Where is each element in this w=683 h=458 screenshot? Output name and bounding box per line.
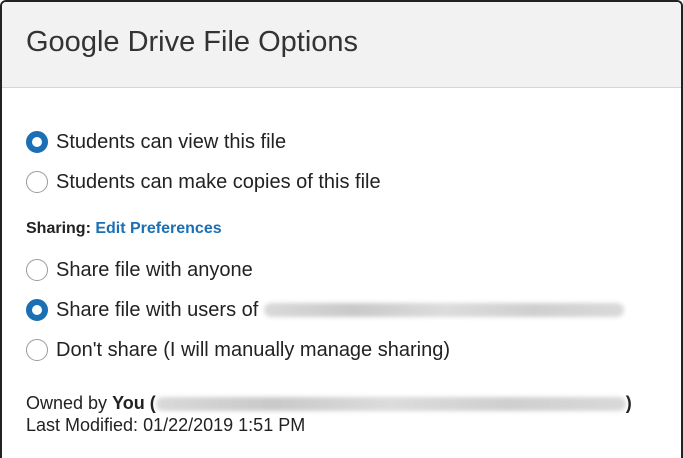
redacted-email [155, 397, 626, 412]
radio-dont-share[interactable]: Don't share (I will manually manage shar… [26, 330, 681, 370]
owner-info: Owned by You () Last Modified: 01/22/201… [26, 392, 681, 436]
last-modified-label: Last Modified: [26, 415, 139, 435]
radio-option-view[interactable]: Students can view this file [26, 122, 681, 162]
dialog-title: Google Drive File Options [26, 26, 359, 58]
redacted-domain [264, 303, 625, 317]
edit-preferences-link[interactable]: Edit Preferences [95, 220, 221, 237]
radio-share-anyone-label: Share file with anyone [56, 258, 253, 281]
last-modified-line: Last Modified: 01/22/2019 1:51 PM [26, 414, 681, 436]
dialog-header: Google Drive File Options [2, 2, 681, 88]
radio-share-anyone[interactable]: Share file with anyone [26, 250, 681, 290]
radio-option-copy-label: Students can make copies of this file [56, 170, 381, 193]
owner-open-paren: ( [149, 393, 156, 413]
google-drive-options-dialog: Google Drive File Options Students can v… [0, 0, 683, 458]
owner-line: Owned by You () [26, 392, 681, 414]
radio-option-copy[interactable]: Students can make copies of this file [26, 162, 681, 202]
radio-button-unselected[interactable] [26, 171, 48, 193]
owner-close-paren: ) [625, 393, 632, 413]
dialog-body: Students can view this file Students can… [2, 88, 681, 436]
last-modified-value: 01/22/2019 1:51 PM [143, 415, 306, 435]
radio-share-domain[interactable]: Share file with users of [26, 290, 681, 330]
radio-option-view-label: Students can view this file [56, 130, 287, 153]
permission-options: Students can view this file Students can… [26, 122, 681, 202]
sharing-heading: Sharing: Edit Preferences [26, 220, 681, 238]
radio-button-unselected[interactable] [26, 339, 48, 361]
radio-dont-share-label: Don't share (I will manually manage shar… [56, 338, 450, 361]
radio-button-selected[interactable] [26, 299, 48, 321]
sharing-label: Sharing: [26, 220, 91, 237]
sharing-options: Share file with anyone Share file with u… [26, 250, 681, 370]
owner-prefix: Owned by [26, 393, 108, 413]
radio-button-unselected[interactable] [26, 259, 48, 281]
radio-button-selected[interactable] [26, 131, 48, 153]
owner-name: You [112, 393, 145, 413]
radio-share-domain-label: Share file with users of [56, 298, 259, 321]
